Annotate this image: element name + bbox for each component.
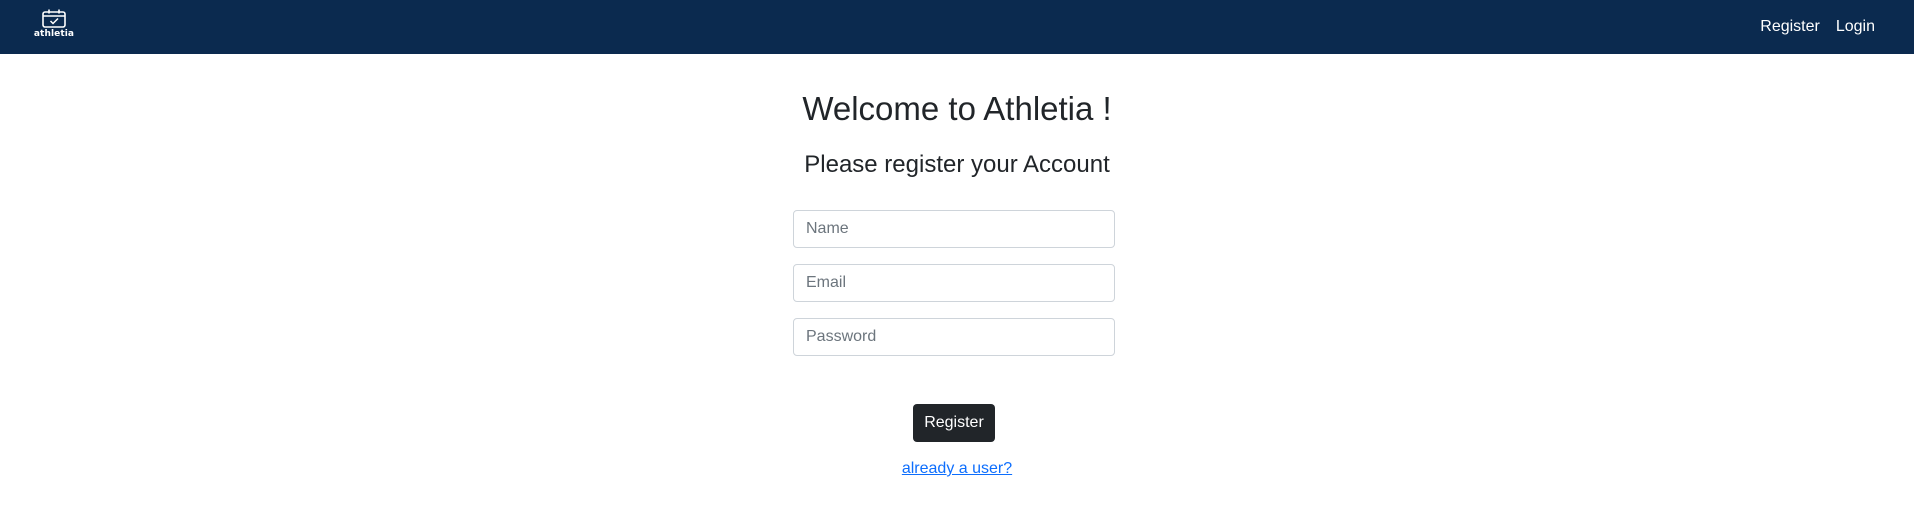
login-link-row: already a user? bbox=[0, 460, 1914, 478]
password-input[interactable] bbox=[793, 318, 1115, 356]
brand-logo[interactable]: athletia bbox=[33, 9, 75, 45]
nav-links: Register Login bbox=[1760, 0, 1875, 54]
page-subtitle: Please register your Account bbox=[804, 151, 1110, 178]
name-input[interactable] bbox=[793, 210, 1115, 248]
brand-name: athletia bbox=[33, 29, 75, 39]
calendar-check-icon bbox=[42, 9, 66, 28]
nav-register-link[interactable]: Register bbox=[1760, 18, 1820, 36]
email-input[interactable] bbox=[793, 264, 1115, 302]
nav-login-link[interactable]: Login bbox=[1836, 18, 1875, 36]
register-button[interactable]: Register bbox=[913, 404, 995, 442]
page-title: Welcome to Athletia ! bbox=[802, 90, 1112, 127]
top-navbar: athletia Register Login bbox=[0, 0, 1914, 54]
already-user-link[interactable]: already a user? bbox=[902, 460, 1012, 477]
